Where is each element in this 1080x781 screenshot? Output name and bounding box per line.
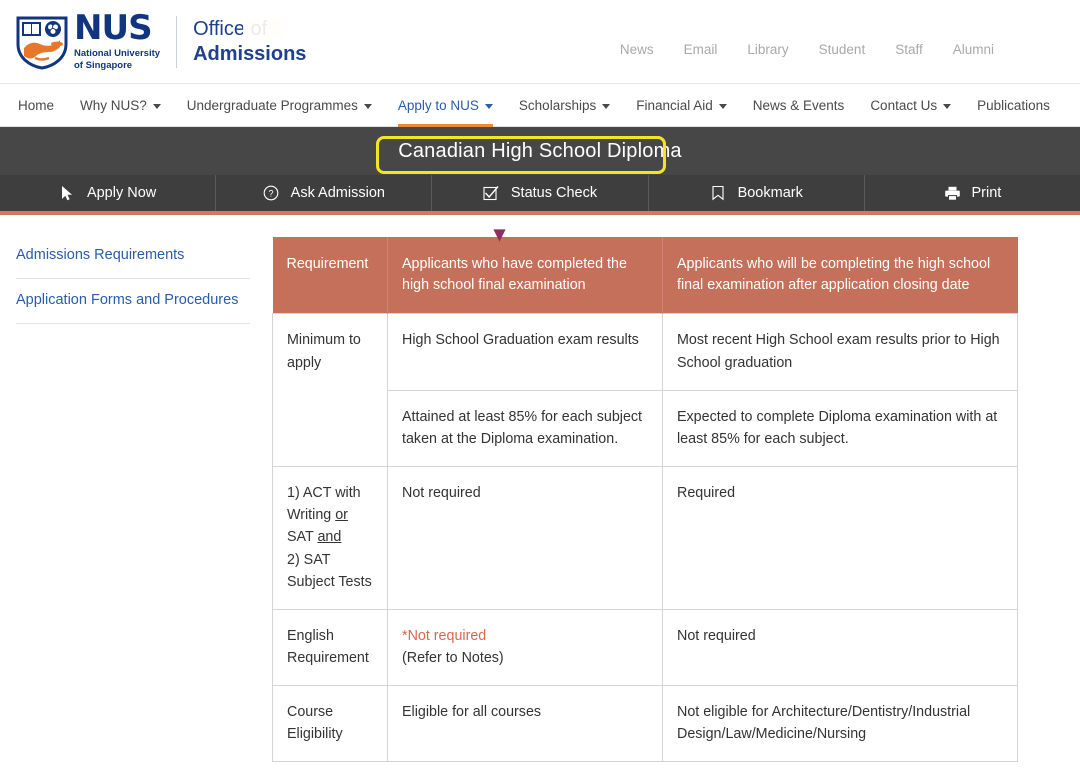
- nav-label: Undergraduate Programmes: [187, 98, 358, 113]
- cell-minimum-will-complete: Most recent High School exam results pri…: [663, 314, 1018, 390]
- cell-course-will-complete: Not eligible for Architecture/Dentistry/…: [663, 686, 1018, 762]
- act-line3: 2) SAT Subject Tests: [287, 552, 372, 590]
- cell-minimum-completed: High School Graduation exam results: [388, 314, 663, 390]
- quicklink-student[interactable]: Student: [819, 42, 866, 57]
- chevron-down-icon: [943, 104, 951, 109]
- nav-label: Home: [18, 98, 54, 113]
- page-content: Admissions Requirements Application Form…: [0, 215, 1080, 762]
- english-note: (Refer to Notes): [402, 647, 648, 669]
- requirements-table: Requirement Applicants who have complete…: [272, 237, 1018, 762]
- nav-label: News & Events: [753, 98, 845, 113]
- cell-attained-completed: Attained at least 85% for each subject t…: [388, 390, 663, 466]
- english-not-required-red: *Not required: [402, 625, 648, 647]
- act-line1-pre: 1) ACT with Writing: [287, 485, 361, 523]
- column-header-requirement: Requirement: [273, 237, 388, 314]
- quick-links: News Email Library Student Staff Alumni: [620, 42, 994, 57]
- chevron-down-icon: [719, 104, 727, 109]
- nus-wordmark: NUS: [74, 11, 160, 45]
- cell-english-will-complete: Not required: [663, 609, 1018, 685]
- act-line1-underline: or: [335, 507, 348, 523]
- cell-english-completed: *Not required (Refer to Notes): [388, 609, 663, 685]
- main-navigation: Home Why NUS? Undergraduate Programmes A…: [0, 84, 1080, 127]
- action-label: Bookmark: [738, 185, 803, 201]
- sidebar-item-admissions-requirements[interactable]: Admissions Requirements: [16, 243, 250, 279]
- nav-label: Financial Aid: [636, 98, 713, 113]
- table-row: English Requirement *Not required (Refer…: [273, 609, 1018, 685]
- ask-admission-button[interactable]: ? Ask Admission: [216, 175, 432, 211]
- chevron-down-icon: [602, 104, 610, 109]
- print-button[interactable]: Print: [865, 175, 1080, 211]
- table-header-row: Requirement Applicants who have complete…: [273, 237, 1018, 314]
- quicklink-alumni[interactable]: Alumni: [953, 42, 994, 57]
- site-header: NUS National University of Singapore Off…: [0, 0, 1080, 84]
- nav-label: Publications: [977, 98, 1050, 113]
- svg-text:?: ?: [269, 188, 274, 198]
- act-line2-underline: and: [317, 529, 341, 545]
- action-label: Ask Admission: [291, 185, 385, 201]
- nav-item-financial-aid[interactable]: Financial Aid: [636, 84, 727, 127]
- row-label-english-requirement: English Requirement: [273, 609, 388, 685]
- chevron-down-icon: [153, 104, 161, 109]
- action-label: Status Check: [511, 185, 597, 201]
- chevron-down-icon: [485, 104, 493, 109]
- nav-item-why-nus[interactable]: Why NUS?: [80, 84, 161, 127]
- chevron-down-icon: ▾: [494, 223, 505, 245]
- nus-subtitle-line1: National University: [74, 48, 160, 60]
- bookmark-button[interactable]: Bookmark: [649, 175, 865, 211]
- nav-item-publications[interactable]: Publications: [977, 84, 1050, 127]
- nav-item-apply-to-nus[interactable]: Apply to NUS: [398, 84, 493, 127]
- question-circle-icon: ?: [263, 185, 280, 202]
- cell-attained-will-complete: Expected to complete Diploma examination…: [663, 390, 1018, 466]
- page-title-band: Canadian High School Diploma: [0, 127, 1080, 175]
- requirements-table-wrapper: ▾ Requirement Applicants who have comple…: [272, 237, 1018, 762]
- page-title: Canadian High School Diploma: [398, 140, 682, 163]
- nav-label: Why NUS?: [80, 98, 147, 113]
- nav-item-news-events[interactable]: News & Events: [753, 84, 845, 127]
- sidebar-item-application-forms-and-procedures[interactable]: Application Forms and Procedures: [16, 279, 250, 324]
- brand-divider: [176, 16, 177, 68]
- nav-item-scholarships[interactable]: Scholarships: [519, 84, 610, 127]
- quicklink-staff[interactable]: Staff: [895, 42, 923, 57]
- column-header-completed: Applicants who have completed the high s…: [388, 237, 663, 314]
- nav-label: Scholarships: [519, 98, 596, 113]
- column-header-will-complete: Applicants who will be completing the hi…: [663, 237, 1018, 314]
- nav-label: Apply to NUS: [398, 98, 479, 113]
- table-row: Course Eligibility Eligible for all cour…: [273, 686, 1018, 762]
- action-bar: Apply Now ? Ask Admission Status Check B…: [0, 175, 1080, 215]
- row-label-course-eligibility: Course Eligibility: [273, 686, 388, 762]
- status-check-button[interactable]: Status Check: [432, 175, 648, 211]
- table-row: 1) ACT with Writing or SAT and 2) SAT Su…: [273, 467, 1018, 610]
- nav-item-home[interactable]: Home: [18, 84, 54, 127]
- apply-now-button[interactable]: Apply Now: [0, 175, 216, 211]
- cell-actsat-will-complete: Required: [663, 467, 1018, 610]
- table-row: Minimum to apply High School Graduation …: [273, 314, 1018, 390]
- chevron-down-icon: [364, 104, 372, 109]
- row-label-act-sat: 1) ACT with Writing or SAT and 2) SAT Su…: [273, 467, 388, 610]
- header-artifact: [243, 18, 283, 38]
- action-label: Apply Now: [87, 185, 156, 201]
- printer-icon: [944, 185, 961, 202]
- nav-label: Contact Us: [870, 98, 937, 113]
- act-line2-pre: SAT: [287, 529, 317, 545]
- nav-item-contact-us[interactable]: Contact Us: [870, 84, 951, 127]
- quicklink-news[interactable]: News: [620, 42, 654, 57]
- quicklink-library[interactable]: Library: [747, 42, 788, 57]
- bookmark-icon: [710, 185, 727, 202]
- action-label: Print: [972, 185, 1002, 201]
- quicklink-email[interactable]: Email: [684, 42, 718, 57]
- sidebar: Admissions Requirements Application Form…: [0, 237, 250, 762]
- cursor-arrow-icon: [59, 185, 76, 202]
- nus-subtitle-line2: of Singapore: [74, 60, 160, 72]
- cell-actsat-completed: Not required: [388, 467, 663, 610]
- nus-crest-icon: [14, 14, 70, 70]
- office-line2: Admissions: [193, 42, 306, 66]
- checkbox-checked-icon: [483, 185, 500, 202]
- cell-course-completed: Eligible for all courses: [388, 686, 663, 762]
- nav-item-undergraduate-programmes[interactable]: Undergraduate Programmes: [187, 84, 372, 127]
- row-label-minimum-to-apply: Minimum to apply: [273, 314, 388, 467]
